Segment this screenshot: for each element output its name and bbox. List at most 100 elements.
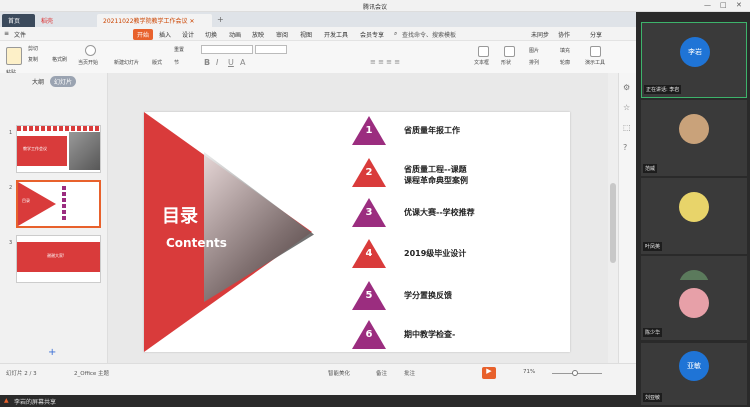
- command-search[interactable]: 查找命令、搜索模板: [402, 30, 456, 39]
- menu-file[interactable]: 文件: [14, 30, 26, 39]
- page-indicator: 幻灯片 2 / 3: [6, 371, 37, 377]
- help-icon[interactable]: ?: [623, 143, 627, 152]
- tab-docer[interactable]: 稻壳: [35, 14, 95, 27]
- close-icon[interactable]: ✕: [736, 1, 742, 9]
- participant-name: 叶凤英: [643, 242, 663, 251]
- slide-thumbnail-2[interactable]: 目录: [16, 180, 101, 228]
- zoom-slider-thumb[interactable]: [572, 370, 578, 376]
- item-number-4: 4: [365, 248, 373, 259]
- avatar: 亚敏: [679, 351, 709, 381]
- shape-button[interactable]: 形状: [501, 59, 511, 66]
- vertical-scrollbar[interactable]: [608, 73, 618, 363]
- shape-icon[interactable]: [504, 46, 515, 57]
- slide-thumbnail-panel: 大纲 幻灯片 1 教学工作会议 2 目录 3 谢谢大家! +: [0, 73, 108, 363]
- menu-home[interactable]: 开始: [133, 29, 154, 40]
- animation-icon[interactable]: ☆: [623, 103, 630, 112]
- menu-developer[interactable]: 开发工具: [324, 30, 348, 39]
- participant-card[interactable]: 亚敏 刘亚敏: [641, 343, 747, 405]
- font-family-select[interactable]: [201, 45, 253, 54]
- new-tab-button[interactable]: +: [217, 15, 224, 24]
- tab-outline[interactable]: 大纲: [28, 76, 48, 87]
- underline-icon[interactable]: U: [228, 58, 234, 67]
- menu-bar: ≡ 文件 开始 插入 设计 切换 动画 放映 审阅 视图 开发工具 会员专享 ⌕…: [0, 27, 636, 41]
- tab-close-icon[interactable]: ✕: [189, 18, 194, 25]
- play-from-current-button[interactable]: 当页开始: [78, 59, 98, 66]
- menu-slideshow[interactable]: 放映: [252, 30, 264, 39]
- menu-review[interactable]: 审阅: [276, 30, 288, 39]
- textbox-button[interactable]: 文本框: [474, 59, 489, 66]
- slide-thumbnail-1[interactable]: 教学工作会议: [16, 125, 101, 173]
- align-icon[interactable]: ≡ ≡ ≡ ≡: [370, 58, 400, 66]
- italic-icon[interactable]: I: [216, 58, 218, 67]
- present-tool-icon[interactable]: [590, 46, 601, 57]
- picture-button[interactable]: 图片: [529, 47, 539, 54]
- fill-button[interactable]: 填充: [560, 47, 570, 54]
- menu-view[interactable]: 视图: [300, 30, 312, 39]
- cooperate-button[interactable]: 协作: [558, 30, 570, 39]
- search-icon[interactable]: ⌕: [394, 30, 397, 38]
- menu-insert[interactable]: 插入: [159, 30, 171, 39]
- tab-slides[interactable]: 幻灯片: [50, 76, 77, 87]
- smart-beautify-button[interactable]: 智能美化: [328, 369, 350, 377]
- minimize-icon[interactable]: —: [704, 1, 711, 9]
- menu-animation[interactable]: 动画: [229, 30, 241, 39]
- menu-design[interactable]: 设计: [182, 30, 194, 39]
- participant-card[interactable]: 叶凤英: [641, 178, 747, 254]
- meeting-title-bar: 腾讯会议 — □ ✕: [0, 0, 750, 12]
- textbox-icon[interactable]: [478, 46, 489, 57]
- item-number-6: 6: [365, 329, 373, 340]
- arrange-button[interactable]: 排列: [529, 59, 539, 66]
- item-label-6: 期中教学检查-: [404, 330, 456, 339]
- current-slide[interactable]: 目录 Contents 1 省质量年报工作 2 省质量工程--课题 课程革命典型…: [144, 112, 570, 352]
- new-slide-button[interactable]: 新建幻灯片: [114, 59, 139, 66]
- play-icon[interactable]: [85, 45, 96, 56]
- theme-name: 2_Office 主题: [74, 371, 110, 377]
- section-button[interactable]: 节: [174, 59, 179, 66]
- share-button[interactable]: 分享: [590, 30, 602, 39]
- paste-icon[interactable]: [6, 47, 22, 65]
- participant-name: 正在讲话: 李岩: [644, 85, 682, 94]
- menu-icon[interactable]: ≡: [4, 30, 9, 37]
- property-icon[interactable]: ⚙: [623, 83, 630, 92]
- select-icon[interactable]: ⬚: [623, 123, 631, 132]
- tab-home[interactable]: 首页: [2, 14, 35, 27]
- tab-document[interactable]: 20211022教学院教学工作会议 ✕: [97, 14, 212, 27]
- add-slide-button[interactable]: +: [48, 347, 56, 358]
- menu-vip[interactable]: 会员专享: [360, 30, 384, 39]
- participant-name: 刘亚敏: [643, 393, 663, 402]
- item-number-1: 1: [365, 125, 373, 136]
- layout-button[interactable]: 版式: [152, 59, 162, 66]
- present-tool-button[interactable]: 演示工具: [585, 59, 605, 66]
- participant-card[interactable]: 范威: [641, 100, 747, 176]
- sync-status[interactable]: 未同步: [531, 30, 549, 39]
- participant-card[interactable]: 李岩 正在讲话: 李岩: [641, 22, 747, 98]
- slide-title: 目录: [162, 206, 198, 227]
- slide-thumbnail-3[interactable]: 谢谢大家!: [16, 235, 101, 283]
- screen-share-label: 李岩的屏幕共享: [14, 399, 57, 406]
- reset-button[interactable]: 重置: [174, 46, 184, 53]
- menu-transition[interactable]: 切换: [205, 30, 217, 39]
- window-title: 腾讯会议: [362, 4, 387, 11]
- item-label-1: 省质量年报工作: [404, 126, 460, 135]
- maximize-icon[interactable]: □: [720, 1, 727, 9]
- font-color-icon[interactable]: A: [240, 58, 245, 67]
- copy-button[interactable]: 复制: [28, 56, 38, 63]
- format-painter-button[interactable]: 格式刷: [52, 56, 67, 63]
- participant-card[interactable]: 陈少华: [641, 280, 747, 340]
- item-number-5: 5: [365, 290, 373, 301]
- share-icon: ▲: [4, 397, 9, 404]
- thumb-number: 1: [9, 130, 13, 136]
- notes-button[interactable]: 备注: [376, 369, 387, 377]
- comment-button[interactable]: 批注: [404, 369, 415, 377]
- bold-icon[interactable]: B: [204, 58, 210, 67]
- slideshow-play-button[interactable]: ▶: [482, 367, 496, 379]
- thumb-title: 谢谢大家!: [47, 253, 65, 258]
- zoom-level: 71%: [523, 369, 536, 375]
- font-size-select[interactable]: [255, 45, 287, 54]
- participant-name: 范威: [643, 164, 658, 173]
- thumb-number: 3: [9, 240, 13, 246]
- avatar: [679, 114, 709, 144]
- cut-button[interactable]: 剪切: [28, 45, 38, 52]
- slide-subtitle: Contents: [166, 236, 227, 250]
- outline-button[interactable]: 轮廓: [560, 59, 570, 66]
